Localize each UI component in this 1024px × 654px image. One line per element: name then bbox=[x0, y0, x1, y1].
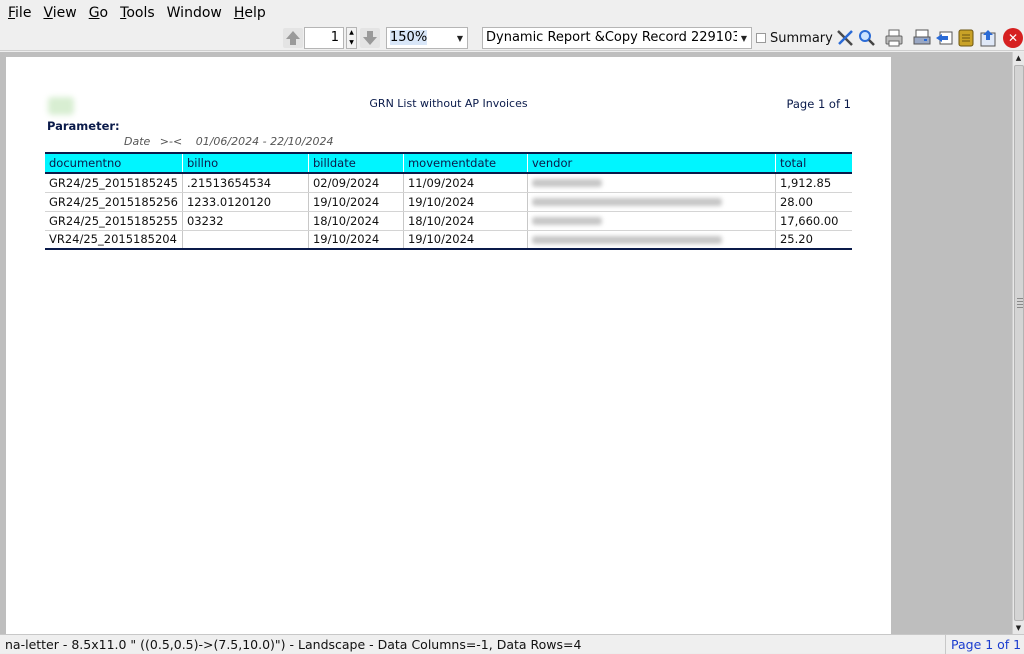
archive-icon bbox=[958, 29, 974, 47]
cell-billdate: 19/10/2024 bbox=[307, 230, 404, 250]
zoom-select[interactable]: 150% ▼ bbox=[386, 27, 468, 49]
print-button[interactable] bbox=[884, 28, 904, 48]
scroll-down-icon[interactable]: ▼ bbox=[1013, 622, 1024, 634]
redacted-vendor bbox=[531, 217, 602, 225]
parameter-line: Date >-< 01/06/2024 - 22/10/2024 bbox=[124, 135, 333, 148]
cell-documentno[interactable]: GR24/25_2015185245 bbox=[45, 173, 183, 193]
table-row[interactable]: GR24/25_2015185255 03232 18/10/2024 18/1… bbox=[45, 211, 852, 231]
column-header[interactable]: billdate bbox=[307, 153, 404, 174]
customize-icon bbox=[837, 30, 853, 46]
column-header[interactable]: total bbox=[774, 153, 852, 174]
redacted-vendor bbox=[531, 198, 722, 206]
page-number-input[interactable]: 1 bbox=[304, 27, 344, 49]
column-header[interactable]: billno bbox=[181, 153, 309, 174]
cell-vendor bbox=[526, 173, 776, 193]
cell-documentno[interactable]: GR24/25_2015185255 bbox=[45, 211, 183, 231]
find-button[interactable] bbox=[857, 28, 877, 48]
cell-total: 1,912.85 bbox=[774, 173, 852, 193]
cell-billdate: 02/09/2024 bbox=[307, 173, 404, 193]
table-row[interactable]: GR24/25_2015185256 1233.0120120 19/10/20… bbox=[45, 192, 852, 212]
summary-label: Summary bbox=[770, 30, 833, 46]
zoom-value: 150% bbox=[390, 30, 428, 45]
close-button[interactable]: ✕ bbox=[1003, 28, 1023, 50]
menu-tools[interactable]: Tools bbox=[116, 5, 159, 21]
report-value: Dynamic Report &Copy Record 2291032 bbox=[486, 30, 737, 45]
cell-documentno[interactable]: GR24/25_2015185256 bbox=[45, 192, 183, 212]
find-icon bbox=[859, 30, 875, 46]
report-title: GRN List without AP Invoices bbox=[369, 97, 528, 110]
send-mail-icon bbox=[936, 31, 953, 45]
send-mail-button[interactable] bbox=[934, 28, 954, 48]
grip-icon bbox=[1017, 298, 1023, 310]
column-header[interactable]: vendor bbox=[526, 153, 776, 174]
archive-button[interactable] bbox=[956, 28, 976, 48]
chevron-down-icon: ▼ bbox=[456, 33, 464, 43]
status-page-indicator: Page 1 of 1 bbox=[945, 635, 1024, 654]
vertical-scrollbar[interactable]: ▲ ▼ bbox=[1012, 52, 1024, 634]
cell-vendor bbox=[526, 230, 776, 250]
parameter-label: Parameter: bbox=[47, 119, 120, 133]
prev-page-icon bbox=[286, 31, 300, 45]
cell-total: 25.20 bbox=[774, 230, 852, 250]
cell-documentno[interactable]: VR24/25_2015185204 bbox=[45, 230, 183, 250]
cell-movementdate: 19/10/2024 bbox=[402, 192, 528, 212]
print-preview-icon bbox=[913, 29, 931, 45]
print-icon bbox=[885, 29, 903, 47]
menu-go[interactable]: Go bbox=[85, 5, 112, 21]
param-name: Date bbox=[124, 135, 151, 148]
page-spinner[interactable]: ▲ ▼ bbox=[346, 27, 357, 49]
param-value: 01/06/2024 - 22/10/2024 bbox=[195, 135, 334, 148]
toolbar: 1 ▲ ▼ 150% ▼ Dynamic Report &Copy Record … bbox=[0, 25, 1024, 51]
table-row[interactable]: VR24/25_2015185204 19/10/2024 19/10/2024… bbox=[45, 230, 852, 250]
cell-vendor bbox=[526, 211, 776, 231]
checkbox-box[interactable] bbox=[756, 33, 766, 43]
cell-vendor bbox=[526, 192, 776, 212]
scrollbar-thumb[interactable] bbox=[1014, 65, 1024, 621]
cell-movementdate: 11/09/2024 bbox=[402, 173, 528, 193]
next-page-button[interactable] bbox=[360, 28, 380, 48]
menu-window[interactable]: Window bbox=[163, 5, 226, 21]
scroll-up-icon[interactable]: ▲ bbox=[1013, 52, 1024, 64]
report-select[interactable]: Dynamic Report &Copy Record 2291032 ▼ bbox=[482, 27, 752, 49]
status-text: na-letter - 8.5x11.0 " ((0.5,0.5)->(7.5,… bbox=[5, 637, 582, 652]
cell-billno: 03232 bbox=[181, 211, 309, 231]
export-icon bbox=[980, 30, 996, 47]
column-header[interactable]: documentno bbox=[45, 153, 183, 174]
report-page-number: Page 1 of 1 bbox=[786, 97, 851, 111]
cell-billdate: 18/10/2024 bbox=[307, 211, 404, 231]
cell-movementdate: 18/10/2024 bbox=[402, 211, 528, 231]
customize-button[interactable] bbox=[835, 28, 855, 48]
menu-file[interactable]: File bbox=[4, 5, 35, 21]
close-icon: ✕ bbox=[1003, 28, 1023, 48]
print-preview-button[interactable] bbox=[912, 28, 932, 48]
next-page-icon bbox=[363, 31, 377, 45]
column-header[interactable]: movementdate bbox=[402, 153, 528, 174]
cell-billno: 1233.0120120 bbox=[181, 192, 309, 212]
cell-movementdate: 19/10/2024 bbox=[402, 230, 528, 250]
cell-billno: .21513654534 bbox=[181, 173, 309, 193]
cell-billno bbox=[181, 230, 309, 250]
cell-total: 17,660.00 bbox=[774, 211, 852, 231]
chevron-down-icon: ▼ bbox=[740, 33, 748, 43]
report-table: documentno billno billdate movementdate … bbox=[45, 152, 852, 250]
summary-checkbox[interactable]: Summary bbox=[756, 29, 833, 47]
table-row[interactable]: GR24/25_2015185245 .21513654534 02/09/20… bbox=[45, 173, 852, 193]
cell-total: 28.00 bbox=[774, 192, 852, 212]
param-operator: >-< bbox=[159, 135, 183, 148]
cell-billdate: 19/10/2024 bbox=[307, 192, 404, 212]
menu-bar: File View Go Tools Window Help bbox=[0, 0, 1024, 25]
menu-help[interactable]: Help bbox=[230, 5, 270, 21]
redacted-vendor bbox=[531, 235, 722, 244]
status-bar: na-letter - 8.5x11.0 " ((0.5,0.5)->(7.5,… bbox=[0, 634, 1024, 654]
menu-view[interactable]: View bbox=[39, 5, 80, 21]
table-header-row: documentno billno billdate movementdate … bbox=[45, 153, 852, 174]
export-button[interactable] bbox=[978, 28, 998, 48]
report-page: GRN List without AP Invoices Page 1 of 1… bbox=[6, 57, 891, 634]
report-viewer: GRN List without AP Invoices Page 1 of 1… bbox=[0, 52, 1012, 634]
prev-page-button[interactable] bbox=[283, 28, 303, 48]
redacted-vendor bbox=[531, 179, 602, 188]
